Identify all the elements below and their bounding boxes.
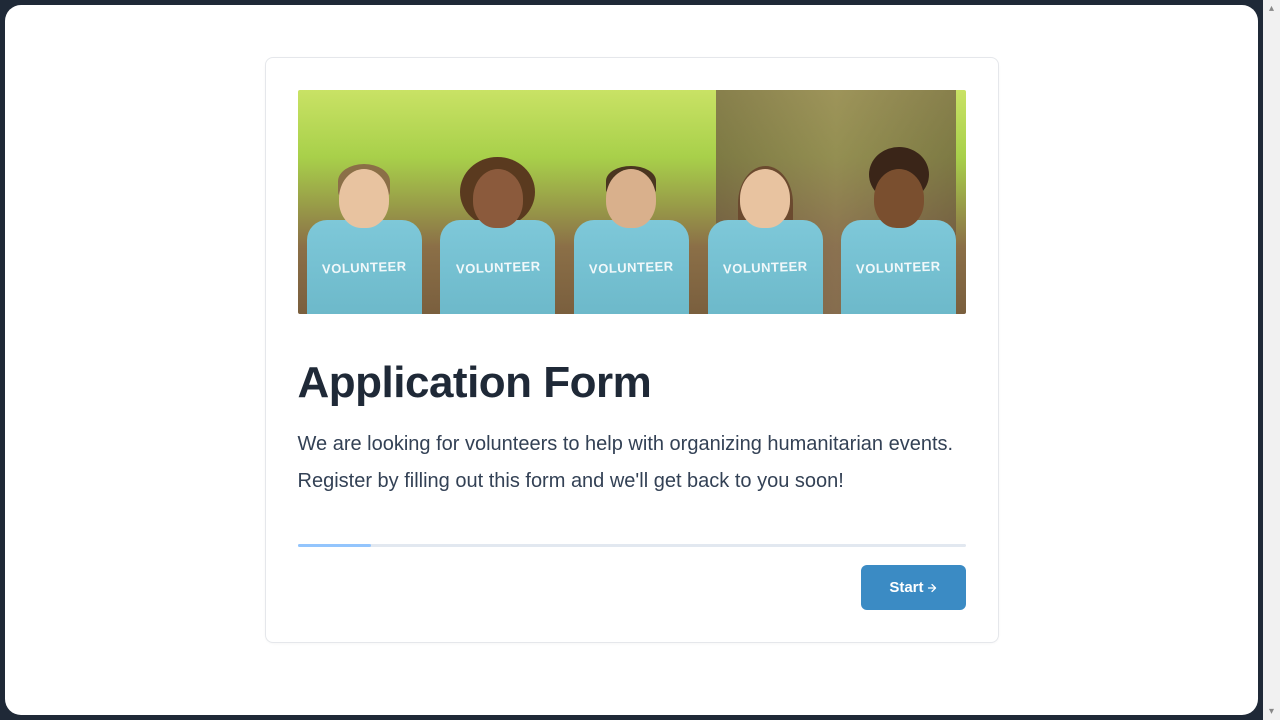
shirt-text: VOLUNTEER (455, 258, 540, 276)
scrollbar-track[interactable]: ▴ ▾ (1263, 0, 1280, 720)
arrow-right-icon (926, 582, 938, 594)
shirt-text: VOLUNTEER (589, 258, 674, 276)
scrollbar-up-button[interactable]: ▴ (1263, 0, 1280, 17)
page-title: Application Form (298, 358, 966, 408)
page-surface: VOLUNTEER VOLUNTEER VOLUNTEER VOLUNTEER (5, 5, 1258, 715)
form-description: We are looking for volunteers to help wi… (298, 426, 966, 500)
hero-image: VOLUNTEER VOLUNTEER VOLUNTEER VOLUNTEER (298, 90, 966, 314)
shirt-text: VOLUNTEER (722, 258, 807, 276)
start-button[interactable]: Start (861, 565, 965, 610)
form-card: VOLUNTEER VOLUNTEER VOLUNTEER VOLUNTEER (265, 57, 999, 643)
progress-fill (298, 544, 371, 547)
button-row: Start (298, 565, 966, 610)
scrollbar-down-button[interactable]: ▾ (1263, 703, 1280, 720)
shirt-text: VOLUNTEER (856, 258, 941, 276)
progress-bar (298, 544, 966, 547)
shirt-text: VOLUNTEER (322, 258, 407, 276)
start-button-label: Start (889, 579, 923, 596)
